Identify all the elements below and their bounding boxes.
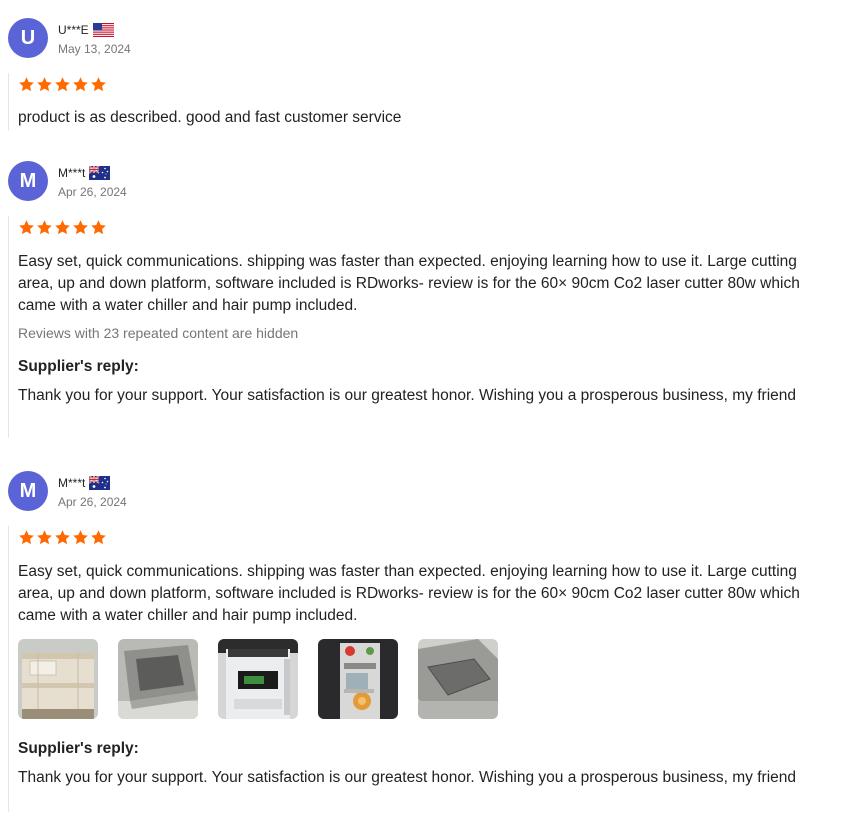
review-header: U U***E May 13, 2024 <box>8 18 131 58</box>
star-icon <box>18 529 35 546</box>
laser-cutter-top-photo[interactable] <box>118 639 198 719</box>
hidden-reviews-note: Reviews with 23 repeated content are hid… <box>18 325 299 341</box>
star-icon <box>90 529 107 546</box>
review-body: Easy set, quick communications. shipping… <box>8 216 818 438</box>
review-card: M M***t Apr 26, 2024 Easy set, quick com… <box>0 471 859 826</box>
us-flag-icon <box>93 23 114 37</box>
supplier-reply-text: Thank you for your support. Your satisfa… <box>18 387 796 404</box>
star-icon <box>18 219 35 236</box>
star-icon <box>54 219 71 236</box>
review-card: U U***E May 13, 2024 product is as descr… <box>0 18 859 133</box>
star-icon <box>18 76 35 93</box>
review-text: Easy set, quick communications. shipping… <box>18 253 800 314</box>
supplier-reply-text: Thank you for your support. Your satisfa… <box>18 769 796 786</box>
review-body: Easy set, quick communications. shipping… <box>8 526 818 812</box>
star-icon <box>36 219 53 236</box>
review-text: Easy set, quick communications. shipping… <box>18 563 800 624</box>
star-rating <box>18 74 818 94</box>
review-text: product is as described. good and fast c… <box>18 109 402 126</box>
star-icon <box>72 219 89 236</box>
control-panel-photo[interactable] <box>318 639 398 719</box>
star-rating <box>18 217 818 237</box>
star-icon <box>36 76 53 93</box>
reviewer-name: M***t <box>58 165 86 180</box>
review-date: May 13, 2024 <box>58 41 131 56</box>
avatar: M <box>8 471 48 511</box>
star-icon <box>54 529 71 546</box>
laser-bed-photo[interactable] <box>418 639 498 719</box>
star-icon <box>72 76 89 93</box>
review-header: M M***t Apr 26, 2024 <box>8 471 127 511</box>
review-card: M M***t Apr 26, 2024 Easy set, quick com… <box>0 161 859 446</box>
review-body: product is as described. good and fast c… <box>8 73 818 131</box>
reviewer-name: U***E <box>58 22 89 37</box>
star-icon <box>72 529 89 546</box>
review-header: M M***t Apr 26, 2024 <box>8 161 127 201</box>
reviewer-name: M***t <box>58 475 86 490</box>
star-icon <box>54 76 71 93</box>
review-photos <box>18 639 818 719</box>
au-flag-icon <box>89 166 110 180</box>
review-date: Apr 26, 2024 <box>58 494 127 509</box>
star-icon <box>36 529 53 546</box>
star-icon <box>90 76 107 93</box>
star-icon <box>90 219 107 236</box>
avatar: M <box>8 161 48 201</box>
supplier-reply-title: Supplier's reply: <box>18 358 139 375</box>
star-rating <box>18 527 818 547</box>
review-date: Apr 26, 2024 <box>58 184 127 199</box>
avatar: U <box>8 18 48 58</box>
supplier-reply-title: Supplier's reply: <box>18 740 139 757</box>
crate-photo[interactable] <box>18 639 98 719</box>
au-flag-icon <box>89 476 110 490</box>
water-chiller-photo[interactable] <box>218 639 298 719</box>
